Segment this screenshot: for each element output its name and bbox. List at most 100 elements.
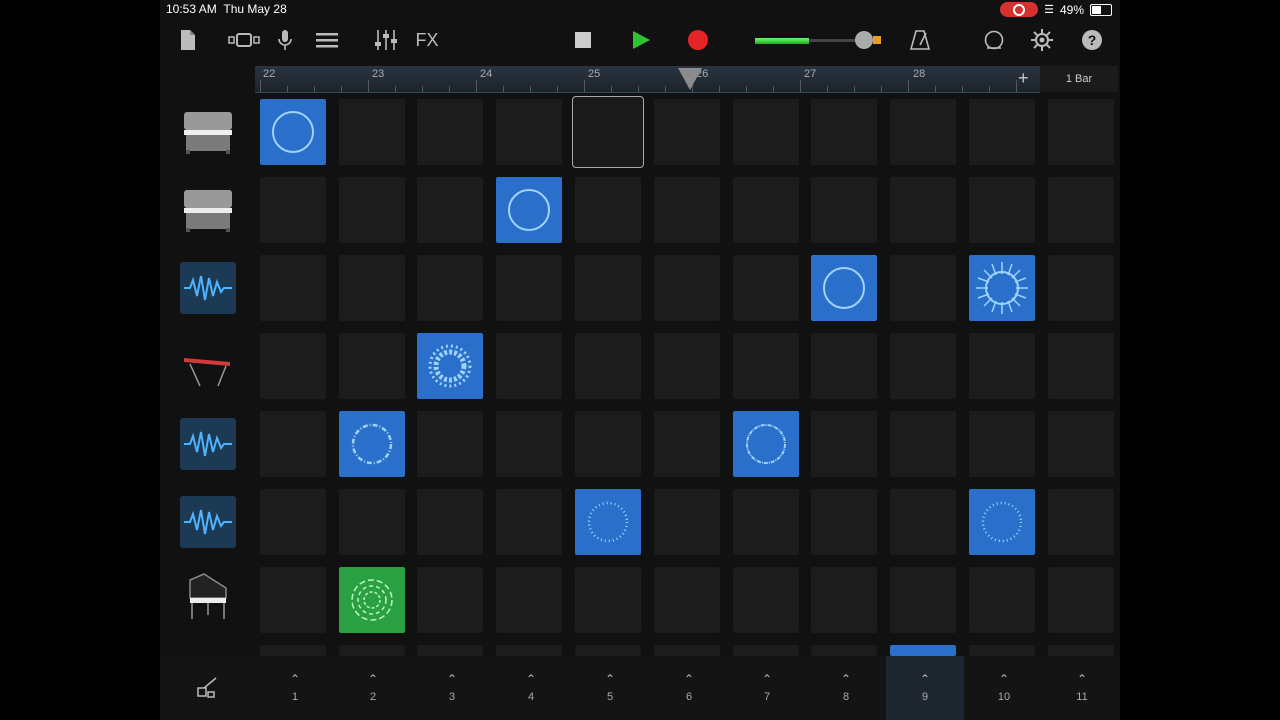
column-trigger-9[interactable]: ⌃ 9 [886,656,964,720]
empty-cell[interactable] [733,177,799,243]
empty-cell[interactable] [733,567,799,633]
tracks-view-button[interactable] [226,26,262,54]
edit-mode-button[interactable] [170,656,246,720]
track-header-2[interactable] [180,184,236,236]
empty-cell[interactable] [890,411,956,477]
empty-cell[interactable] [417,489,483,555]
empty-cell[interactable] [417,99,483,165]
empty-cell[interactable] [654,333,720,399]
empty-cell[interactable] [1048,177,1114,243]
empty-cell[interactable] [890,333,956,399]
loop-cell[interactable] [969,489,1035,555]
empty-cell[interactable] [890,99,956,165]
empty-cell[interactable] [417,177,483,243]
empty-cell[interactable] [496,99,562,165]
stop-button[interactable] [572,26,594,54]
empty-cell[interactable] [575,255,641,321]
column-trigger-6[interactable]: ⌃ 6 [650,656,728,720]
empty-cell[interactable] [575,567,641,633]
empty-cell[interactable] [417,255,483,321]
loop-cell[interactable] [339,567,405,633]
column-trigger-1[interactable]: ⌃ 1 [256,656,334,720]
empty-cell[interactable] [890,567,956,633]
empty-cell[interactable] [339,645,405,656]
empty-cell[interactable] [811,567,877,633]
empty-cell[interactable] [733,255,799,321]
settings-button[interactable] [1030,26,1054,54]
empty-cell[interactable] [575,645,641,656]
empty-cell[interactable] [1048,333,1114,399]
empty-cell[interactable] [575,333,641,399]
empty-cell[interactable] [811,333,877,399]
empty-cell[interactable] [733,489,799,555]
empty-cell[interactable] [260,645,326,656]
add-bars-button[interactable]: + [1018,68,1029,89]
master-volume-slider[interactable] [750,26,881,54]
empty-cell[interactable] [417,411,483,477]
empty-cell[interactable] [811,99,877,165]
mixer-button[interactable] [372,26,400,54]
track-header-1[interactable] [180,106,236,158]
empty-cell[interactable] [890,177,956,243]
play-button[interactable] [626,26,656,54]
microphone-button[interactable] [274,26,296,54]
empty-cell[interactable] [811,411,877,477]
empty-cell[interactable] [1048,645,1114,656]
bar-ruler[interactable]: 22 23 24 25 26 27 28 [255,66,1040,93]
empty-cell[interactable] [496,489,562,555]
column-trigger-4[interactable]: ⌃ 4 [492,656,570,720]
empty-cell[interactable] [260,567,326,633]
playhead[interactable] [678,68,702,90]
empty-cell[interactable] [1048,99,1114,165]
track-controls-button[interactable] [314,26,340,54]
track-header-6[interactable] [180,496,236,548]
loop-cell[interactable] [890,645,956,656]
bar-length-button[interactable]: 1 Bar [1040,66,1118,92]
record-button[interactable] [686,26,710,54]
empty-cell[interactable] [496,645,562,656]
track-header-7[interactable] [180,570,236,622]
empty-cell[interactable] [969,177,1035,243]
empty-cell[interactable] [260,333,326,399]
empty-cell[interactable] [811,645,877,656]
loop-cell[interactable] [733,411,799,477]
column-trigger-5[interactable]: ⌃ 5 [571,656,649,720]
empty-cell[interactable] [417,645,483,656]
empty-cell[interactable] [890,489,956,555]
column-trigger-10[interactable]: ⌃ 10 [965,656,1043,720]
empty-cell[interactable] [260,255,326,321]
empty-cell[interactable] [969,99,1035,165]
document-button[interactable] [174,26,202,54]
empty-cell[interactable] [339,489,405,555]
empty-cell[interactable] [575,411,641,477]
empty-cell[interactable] [417,567,483,633]
empty-cell[interactable] [496,333,562,399]
empty-cell[interactable] [339,333,405,399]
fx-button[interactable]: FX [410,26,444,54]
empty-cell[interactable] [969,567,1035,633]
loop-browser-button[interactable] [982,26,1006,54]
column-trigger-8[interactable]: ⌃ 8 [807,656,885,720]
track-header-5[interactable] [180,418,236,470]
empty-cell[interactable] [733,99,799,165]
empty-cell[interactable] [496,567,562,633]
loop-cell[interactable] [811,255,877,321]
empty-cell[interactable] [733,645,799,656]
empty-cell[interactable] [575,177,641,243]
empty-cell[interactable] [654,567,720,633]
metronome-button[interactable] [908,26,932,54]
empty-cell[interactable] [969,411,1035,477]
loop-cell[interactable] [260,99,326,165]
volume-knob[interactable] [855,31,873,49]
empty-cell[interactable] [260,411,326,477]
empty-cell[interactable] [654,99,720,165]
track-header-3[interactable] [180,262,236,314]
column-trigger-3[interactable]: ⌃ 3 [413,656,491,720]
loop-cell[interactable] [339,411,405,477]
empty-cell[interactable] [1048,255,1114,321]
empty-cell[interactable] [339,255,405,321]
empty-cell[interactable] [811,177,877,243]
empty-cell[interactable] [654,489,720,555]
empty-cell[interactable] [339,177,405,243]
empty-cell[interactable] [654,411,720,477]
